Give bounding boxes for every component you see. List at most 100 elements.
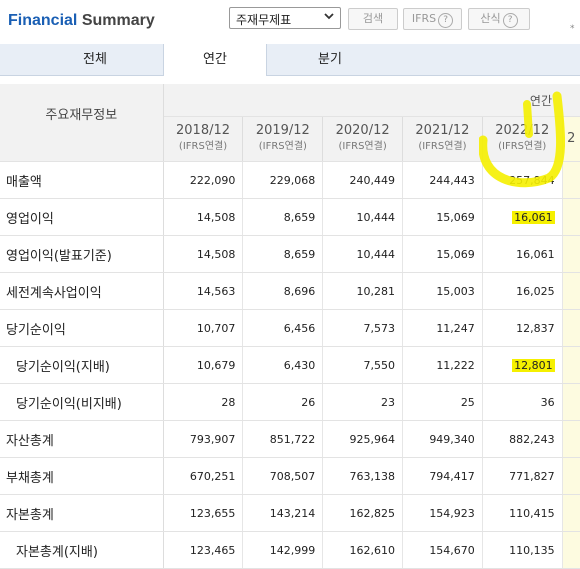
formula-button[interactable]: 산식?	[468, 8, 530, 30]
table-cell: 162,610	[322, 531, 404, 569]
year-header: 2020/12 (IFRS연결)	[322, 116, 404, 162]
table-row: 자산총계 793,907 851,722 925,964 949,340 882…	[0, 420, 580, 458]
table-cell: 10,444	[322, 235, 404, 273]
table-cell-cut	[562, 198, 580, 236]
table-cell: 14,563	[163, 272, 244, 310]
row-label: 자본총계(지배)	[0, 531, 164, 569]
table-cell-cut	[562, 420, 580, 458]
table-cell: 10,707	[163, 309, 244, 347]
page-title: Financial Summary	[8, 12, 155, 30]
table-row: 자본총계(지배) 123,465 142,999 162,610 154,670…	[0, 531, 580, 569]
table-cell: 708,507	[242, 457, 324, 495]
chevron-down-icon	[324, 10, 334, 24]
table-cell: 15,003	[402, 272, 483, 310]
table-cell: 14,508	[163, 235, 244, 273]
table-cell: 229,068	[242, 161, 324, 199]
table-cell: 15,069	[402, 198, 483, 236]
table-row: 영업이익 14,508 8,659 10,444 15,069 16,061	[0, 198, 580, 236]
row-label: 당기순이익	[0, 309, 164, 347]
formula-button-label: 산식	[480, 12, 501, 25]
statement-type-select[interactable]: 주재무제표	[229, 7, 341, 29]
table-cell: 851,722	[242, 420, 324, 458]
footnote-marker: *	[570, 24, 575, 34]
table-cell: 110,415	[482, 494, 563, 532]
table-cell: 14,508	[163, 198, 244, 236]
help-icon: ?	[502, 13, 518, 28]
table-cell: 7,573	[322, 309, 404, 347]
table-cell: 12,837	[482, 309, 563, 347]
tab-annual[interactable]: 연간	[163, 44, 267, 76]
table-cell: 222,090	[163, 161, 244, 199]
table-cell: 16,025	[482, 272, 563, 310]
table-cell: 8,696	[242, 272, 324, 310]
table-cell: 793,907	[163, 420, 244, 458]
row-label: 자본총계	[0, 494, 164, 532]
row-label: 당기순이익(지배)	[0, 346, 164, 384]
help-icon: ?	[438, 13, 454, 28]
table-cell: 882,243	[482, 420, 563, 458]
table-row: 당기순이익 10,707 6,456 7,573 11,247 12,837	[0, 309, 580, 347]
table-row: 세전계속사업이익 14,563 8,696 10,281 15,003 16,0…	[0, 272, 580, 310]
table-cell: 10,281	[322, 272, 404, 310]
table-cell: 23	[322, 383, 404, 421]
table-cell: 794,417	[402, 457, 483, 495]
row-label: 당기순이익(비지배)	[0, 383, 164, 421]
table-cell-cut	[562, 494, 580, 532]
search-button-label: 검색	[362, 12, 384, 25]
table-cell-cut	[562, 383, 580, 421]
year-header: 2022/12 (IFRS연결)	[482, 116, 563, 162]
row-label: 영업이익(발표기준)	[0, 235, 164, 273]
table-cell: 8,659	[242, 198, 324, 236]
table-cell: 257,844	[482, 161, 563, 199]
table-row: 부채총계 670,251 708,507 763,138 794,417 771…	[0, 457, 580, 495]
table-cell: 240,449	[322, 161, 404, 199]
tab-all[interactable]: 전체	[30, 44, 160, 75]
table-cell-cut	[562, 346, 580, 384]
row-label: 세전계속사업이익	[0, 272, 164, 310]
search-button[interactable]: 검색	[348, 8, 398, 30]
year-header: 2019/12 (IFRS연결)	[242, 116, 324, 162]
table-row: 당기순이익(지배) 10,679 6,430 7,550 11,222 12,8…	[0, 346, 580, 384]
table-cell-cut	[562, 457, 580, 495]
table-cell: 26	[242, 383, 324, 421]
table-cell-cut	[562, 161, 580, 199]
table-cell-cut	[562, 272, 580, 310]
highlight-mark: 12,801	[512, 358, 555, 372]
ifrs-button-label: IFRS	[411, 12, 437, 25]
row-label: 부채총계	[0, 457, 164, 495]
table-row: 당기순이익(비지배) 28 26 23 25 36	[0, 383, 580, 421]
table-cell: 8,659	[242, 235, 324, 273]
row-label: 영업이익	[0, 198, 164, 236]
table-cell: 925,964	[322, 420, 404, 458]
table-cell: 142,999	[242, 531, 324, 569]
row-label: 매출액	[0, 161, 164, 199]
row-label: 자산총계	[0, 420, 164, 458]
table-cell: 154,670	[402, 531, 483, 569]
table-cell: 28	[163, 383, 244, 421]
table-row: 자본총계 123,655 143,214 162,825 154,923 110…	[0, 494, 580, 532]
corner-label: 주요재무정보	[0, 84, 164, 162]
table-cell: 143,214	[242, 494, 324, 532]
table-cell: 16,061	[482, 235, 563, 273]
table-cell: 123,655	[163, 494, 244, 532]
table-row: 매출액 222,090 229,068 240,449 244,443 257,…	[0, 161, 580, 199]
table-cell: 162,825	[322, 494, 404, 532]
table-cell: 10,679	[163, 346, 244, 384]
table-cell-highlighted: 12,801	[482, 346, 563, 384]
table-cell: 25	[402, 383, 483, 421]
table-cell: 7,550	[322, 346, 404, 384]
title-financial: Financial	[8, 12, 78, 29]
period-tabs: 전체 연간 분기	[0, 44, 580, 76]
table-cell: 6,430	[242, 346, 324, 384]
table-cell: 670,251	[163, 457, 244, 495]
table-cell: 11,222	[402, 346, 483, 384]
table-cell: 110,135	[482, 531, 563, 569]
tab-quarterly[interactable]: 분기	[275, 44, 385, 75]
table-cell: 154,923	[402, 494, 483, 532]
table-cell-cut	[562, 235, 580, 273]
ifrs-button[interactable]: IFRS?	[403, 8, 462, 30]
annual-group-header: 연간	[163, 84, 580, 117]
next-year-header: 2	[562, 116, 580, 162]
table-cell: 10,444	[322, 198, 404, 236]
table-cell-cut	[562, 309, 580, 347]
